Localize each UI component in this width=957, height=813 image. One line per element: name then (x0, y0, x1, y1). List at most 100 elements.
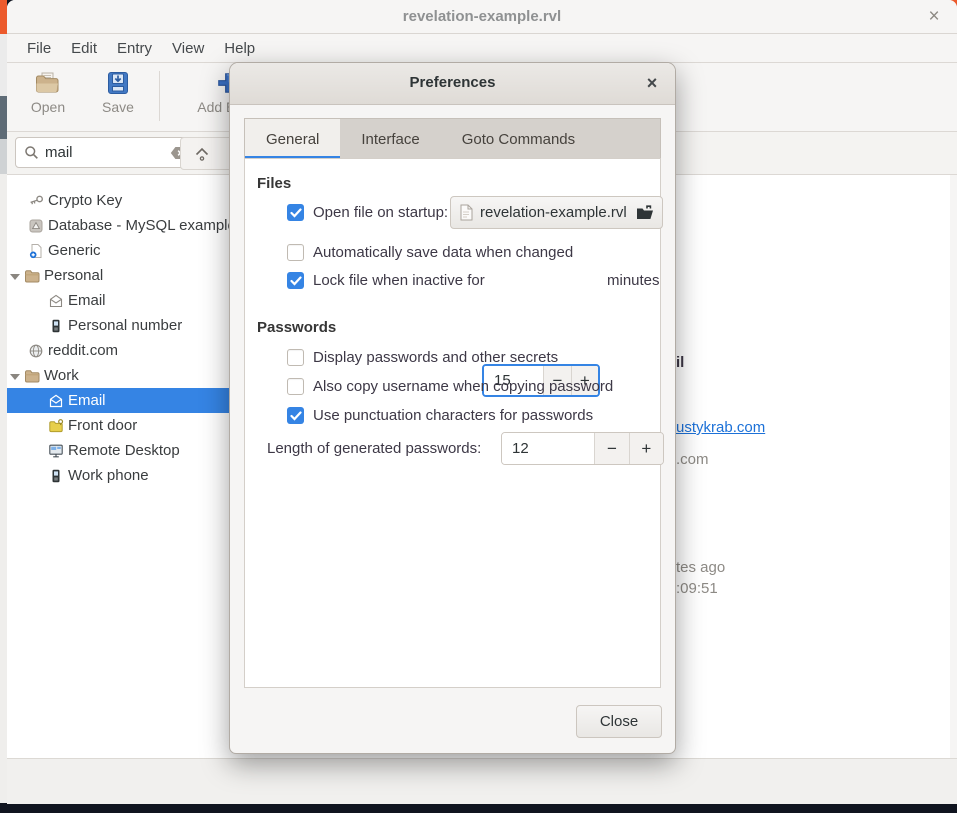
lock-file-checkbox[interactable] (287, 272, 304, 289)
tree-item-label: Personal number (68, 317, 182, 334)
phone-icon (48, 468, 64, 484)
check-icon (290, 208, 302, 218)
startup-file-name: revelation-example.rvl (480, 204, 629, 221)
open-on-startup-checkbox[interactable] (287, 204, 304, 221)
entry-email-fragment: .com (676, 451, 709, 468)
remote-desktop-icon (48, 443, 64, 459)
tab-goto-commands[interactable]: Goto Commands (441, 119, 596, 159)
search-input-value: mail (45, 144, 170, 161)
tree-item-label: Crypto Key (48, 192, 122, 209)
autosave-label: Automatically save data when changed (313, 244, 573, 261)
dialog-titlebar[interactable]: Preferences × (230, 63, 675, 105)
dialog-title: Preferences (230, 74, 675, 91)
preferences-dialog: Preferences × General Interface Goto Com… (229, 62, 676, 754)
window-bottom-area (7, 758, 957, 804)
check-icon (290, 276, 302, 286)
entry-title-fragment: il (676, 354, 684, 371)
menu-help[interactable]: Help (214, 36, 265, 61)
lock-file-label: Lock file when inactive for (313, 272, 485, 289)
display-passwords-row: Display passwords and other secrets (287, 349, 558, 366)
window-close-icon[interactable]: × (922, 5, 946, 29)
chevron-up-icon (193, 144, 211, 164)
entry-updated-fragment: tes ago (676, 559, 725, 576)
search-input[interactable]: mail (15, 137, 196, 168)
open-button-label: Open (17, 99, 79, 115)
menu-edit[interactable]: Edit (61, 36, 107, 61)
tree-item-label: Work phone (68, 467, 149, 484)
save-button[interactable]: Save (87, 69, 149, 125)
background-window-sliver (0, 139, 7, 174)
startup-file-chooser-button[interactable]: revelation-example.rvl (450, 196, 663, 229)
menu-entry[interactable]: Entry (107, 36, 162, 61)
lock-file-row: Lock file when inactive for (287, 272, 485, 289)
tree-item-label: Work (44, 367, 79, 384)
background-window-sliver (0, 96, 7, 139)
password-length-spinbutton: 12 − + (501, 432, 664, 465)
save-icon (106, 71, 130, 95)
tab-general[interactable]: General (245, 119, 340, 159)
display-passwords-checkbox[interactable] (287, 349, 304, 366)
copy-username-checkbox[interactable] (287, 378, 304, 395)
dialog-close-icon[interactable]: × (639, 71, 665, 97)
email-icon (48, 393, 64, 409)
titlebar[interactable]: revelation-example.rvl × (7, 0, 957, 34)
tree-item-label: Front door (68, 417, 137, 434)
tab-interface[interactable]: Interface (340, 119, 440, 159)
autosave-row: Automatically save data when changed (287, 244, 573, 261)
search-icon (24, 145, 39, 160)
folder-icon (24, 368, 40, 384)
find-previous-button[interactable] (180, 137, 223, 170)
save-button-label: Save (87, 99, 149, 115)
tree-item-label: Personal (44, 267, 103, 284)
document-icon (459, 204, 473, 221)
open-button[interactable]: Open (17, 69, 79, 125)
door-icon (48, 418, 64, 434)
desktop-edge (0, 803, 957, 813)
key-icon (28, 193, 44, 209)
tab-label: Interface (361, 131, 419, 148)
database-icon (28, 218, 44, 234)
generic-icon (28, 243, 44, 259)
background-window-sliver (0, 34, 7, 96)
spin-decrement-button[interactable]: − (594, 433, 628, 464)
spin-increment-button[interactable]: + (629, 433, 663, 464)
tree-item-label: Email (68, 292, 106, 309)
tab-label: General (266, 131, 319, 148)
open-on-startup-row: Open file on startup: (287, 204, 448, 221)
menu-view[interactable]: View (162, 36, 214, 61)
open-on-startup-label: Open file on startup: (313, 204, 448, 221)
punctuation-checkbox[interactable] (287, 407, 304, 424)
check-icon (290, 411, 302, 421)
screen: revelation-example.rvl × File Edit Entry… (0, 0, 957, 813)
tree-item-label: reddit.com (48, 342, 118, 359)
expander-icon[interactable] (10, 274, 20, 280)
tab-content-general: Files Open file on startup: revelation-e… (244, 158, 661, 688)
punctuation-label: Use punctuation characters for passwords (313, 407, 593, 424)
open-folder-icon (34, 71, 62, 95)
files-section-heading: Files (257, 175, 291, 192)
background-window-sliver (0, 0, 7, 34)
display-passwords-label: Display passwords and other secrets (313, 349, 558, 366)
toolbar-separator (159, 71, 160, 121)
dialog-tabbar: General Interface Goto Commands (244, 118, 661, 159)
tree-item-label: Remote Desktop (68, 442, 180, 459)
entry-timestamp-fragment: :09:51 (676, 580, 718, 597)
email-icon (48, 293, 64, 309)
password-length-value[interactable]: 12 (502, 433, 594, 464)
open-file-icon (636, 205, 654, 220)
expander-icon[interactable] (10, 374, 20, 380)
window-title: revelation-example.rvl (7, 8, 957, 25)
menu-file[interactable]: File (17, 36, 61, 61)
lock-minutes-suffix: minutes (607, 272, 660, 289)
copy-username-label: Also copy username when copying password (313, 378, 613, 395)
punctuation-row: Use punctuation characters for passwords (287, 407, 593, 424)
tree-item-label: Email (68, 392, 106, 409)
close-button[interactable]: Close (576, 705, 662, 738)
close-button-label: Close (600, 713, 638, 730)
passwords-section-heading: Passwords (257, 319, 336, 336)
menubar: File Edit Entry View Help (7, 34, 957, 63)
entry-url-link[interactable]: ustykrab.com (676, 419, 765, 436)
autosave-checkbox[interactable] (287, 244, 304, 261)
password-length-label: Length of generated passwords: (267, 440, 481, 457)
entry-detail-panel (675, 175, 950, 758)
